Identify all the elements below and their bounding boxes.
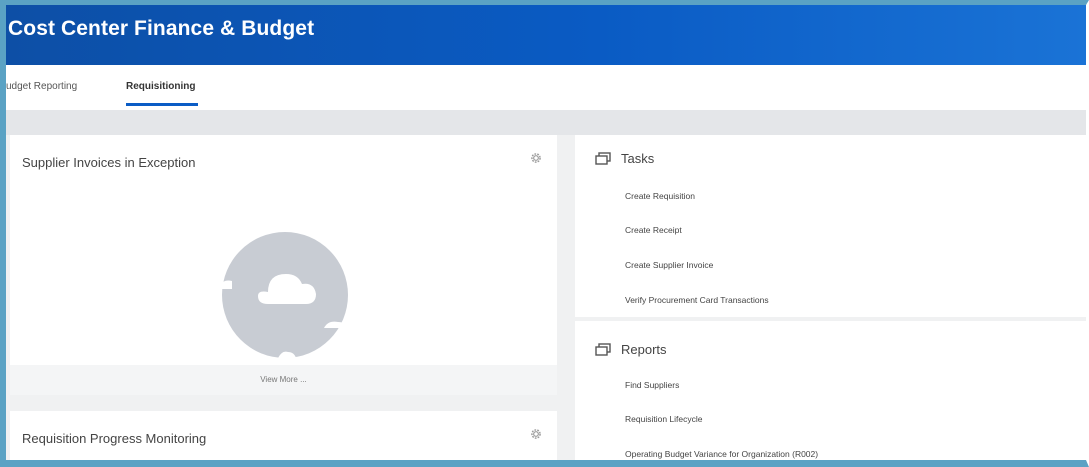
gear-icon[interactable] [529, 427, 543, 441]
report-find-suppliers[interactable]: Find Suppliers [625, 380, 679, 390]
app-frame: Cost Center Finance & Budget udget Repor… [0, 0, 1089, 467]
gear-icon[interactable] [529, 151, 543, 165]
requisition-progress-title: Requisition Progress Monitoring [22, 431, 207, 446]
app-header: Cost Center Finance & Budget [6, 5, 1086, 65]
report-operating-budget-variance[interactable]: Operating Budget Variance for Organizati… [625, 449, 818, 459]
empty-state-cloud-icon [220, 232, 348, 358]
report-requisition-lifecycle[interactable]: Requisition Lifecycle [625, 414, 702, 424]
supplier-invoices-card: Supplier Invoices in Exception [10, 135, 557, 395]
tab-requisitioning[interactable]: Requisitioning [126, 81, 195, 92]
tab-budget-reporting[interactable]: udget Reporting [6, 81, 77, 92]
window-stack-icon [595, 152, 611, 165]
view-more-link[interactable]: View More ... [10, 365, 557, 395]
reports-card: Reports Find Suppliers Requisition Lifec… [575, 321, 1086, 460]
supplier-invoices-title: Supplier Invoices in Exception [22, 155, 196, 170]
active-tab-indicator [126, 103, 198, 106]
tasks-card: Tasks Create Requisition Create Receipt … [575, 135, 1086, 317]
section-divider-band [6, 110, 1086, 135]
tasks-title: Tasks [621, 151, 655, 166]
task-create-supplier-invoice[interactable]: Create Supplier Invoice [625, 260, 713, 270]
requisition-progress-card: Requisition Progress Monitoring [10, 411, 557, 460]
task-verify-procurement-card[interactable]: Verify Procurement Card Transactions [625, 295, 769, 305]
task-create-receipt[interactable]: Create Receipt [625, 225, 682, 235]
tab-bar: udget Reporting Requisitioning [6, 65, 1086, 110]
window-stack-icon [595, 343, 611, 356]
reports-title: Reports [621, 342, 667, 357]
task-create-requisition[interactable]: Create Requisition [625, 191, 695, 201]
page-title: Cost Center Finance & Budget [8, 17, 315, 40]
